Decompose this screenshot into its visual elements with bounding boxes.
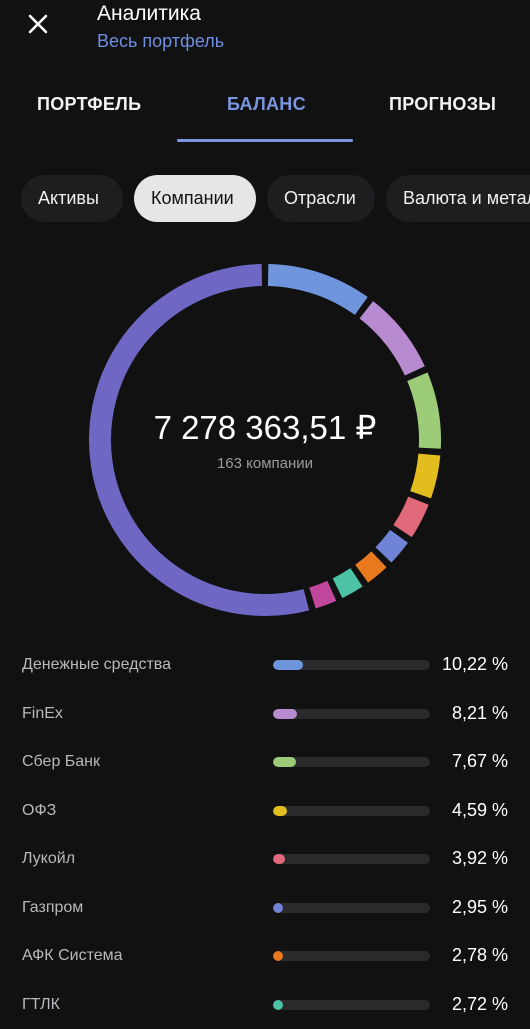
share-bar-fill (273, 1000, 283, 1010)
share-bar (273, 951, 430, 961)
share-bar-fill (273, 709, 298, 719)
list-item[interactable]: АФК Система 2,78 % (0, 932, 530, 980)
tab-bar: ПОРТФЕЛЬ БАЛАНС ПРОГНОЗЫ (0, 80, 530, 142)
share-percent: 3,92 % (451, 848, 508, 868)
share-bar (273, 660, 430, 670)
share-percent: 4,59 % (451, 800, 508, 820)
donut-segment-6 (355, 551, 387, 583)
chip-companies[interactable]: Компании (134, 175, 256, 222)
donut-segment-7 (332, 568, 363, 599)
share-bar-fill (273, 903, 283, 913)
company-name: АФК Система (22, 947, 123, 964)
company-name: ГТЛК (22, 996, 60, 1013)
share-bar (273, 757, 430, 767)
allocation-donut: 7 278 363,51 ₽ 163 компании (85, 260, 445, 620)
companies-count: 163 компании (216, 455, 314, 472)
share-bar (273, 903, 430, 913)
tab-forecasts[interactable]: ПРОГНОЗЫ (389, 94, 496, 115)
donut-segment-4 (393, 496, 429, 538)
share-bar-fill (273, 660, 304, 670)
list-item[interactable]: ОФЗ 4,59 % (0, 787, 530, 835)
active-tab-indicator (177, 139, 353, 142)
close-icon (28, 14, 48, 34)
share-bar (273, 854, 430, 864)
list-item[interactable]: FinEx 8,21 % (0, 690, 530, 738)
list-item[interactable]: Сбер Банк 7,67 % (0, 738, 530, 786)
chip-currency-metals[interactable]: Валюта и металлы (386, 175, 530, 222)
chip-assets[interactable]: Активы (21, 175, 123, 222)
company-name: Лукойл (22, 850, 76, 867)
list-item[interactable]: ГТЛК 2,72 % (0, 981, 530, 1029)
list-item[interactable]: Лукойл 3,92 % (0, 835, 530, 883)
share-percent: 7,67 % (451, 751, 508, 771)
share-percent: 2,95 % (451, 897, 508, 917)
share-percent: 2,72 % (451, 994, 508, 1014)
company-name: FinEx (22, 705, 63, 722)
share-bar (273, 709, 430, 719)
donut-segment-1 (359, 301, 425, 376)
donut-segment-other-0 (309, 580, 337, 609)
company-name: Сбер Банк (22, 753, 101, 770)
tab-portfolio[interactable]: ПОРТФЕЛЬ (37, 94, 141, 115)
share-bar (273, 1000, 430, 1010)
app-header: Аналитика Весь портфель (0, 0, 530, 60)
share-percent: 2,78 % (451, 945, 508, 965)
share-bar (273, 806, 430, 816)
close-button[interactable] (22, 8, 54, 40)
donut-segment-5 (375, 529, 408, 563)
portfolio-selector[interactable]: Весь портфель (97, 31, 224, 52)
company-name: Денежные средства (22, 656, 171, 673)
share-percent: 10,22 % (441, 654, 508, 674)
share-percent: 8,21 % (451, 703, 508, 723)
page-title: Аналитика (97, 2, 201, 25)
share-bar-fill (273, 757, 296, 767)
share-bar-fill (273, 854, 285, 864)
portfolio-total: 7 278 363,51 ₽ (153, 409, 377, 446)
chip-sectors[interactable]: Отрасли (267, 175, 375, 222)
donut-segment-0 (267, 264, 368, 316)
company-name: Газпром (22, 899, 84, 916)
list-item[interactable]: Газпром 2,95 % (0, 884, 530, 932)
share-bar-fill (273, 806, 287, 816)
filter-chips: Активы Компании Отрасли Валюта и металлы (0, 175, 530, 223)
share-bar-fill (273, 951, 283, 961)
company-name: ОФЗ (22, 802, 57, 819)
list-item[interactable]: Денежные средства 10,22 % (0, 641, 530, 689)
tab-balance[interactable]: БАЛАНС (227, 94, 306, 115)
